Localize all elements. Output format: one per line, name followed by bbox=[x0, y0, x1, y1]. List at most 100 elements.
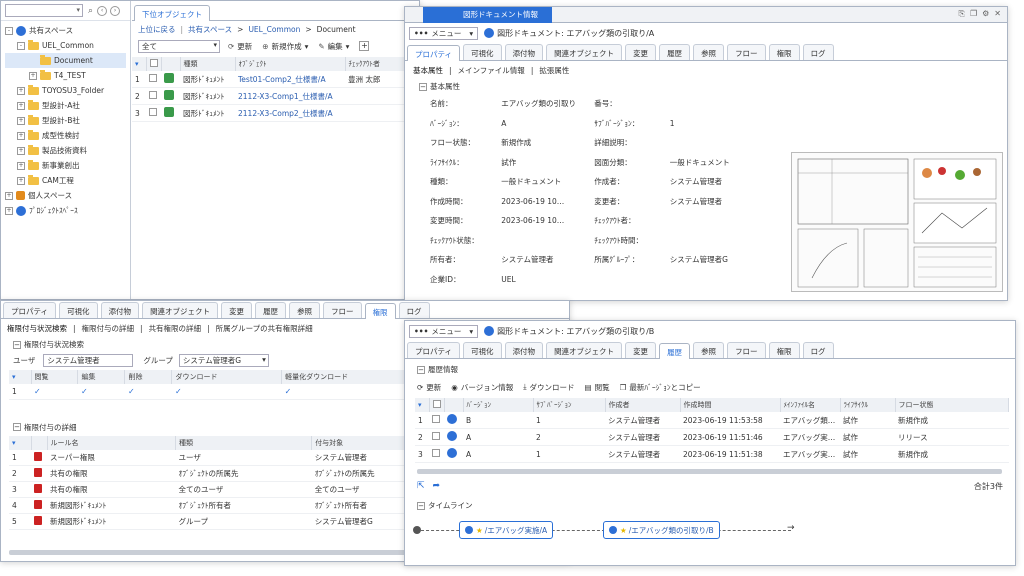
tree-item[interactable]: + 新事業創出 bbox=[5, 158, 126, 173]
tab-2[interactable]: 添付物 bbox=[504, 44, 544, 60]
timeline-node-b[interactable]: ★ /エアバッグ類の引取り/B bbox=[603, 521, 720, 539]
tree-item[interactable]: + 個人スペース bbox=[5, 188, 126, 203]
row-checkbox[interactable] bbox=[432, 432, 440, 440]
expand-icon[interactable]: + bbox=[17, 161, 25, 170]
subtab-4[interactable]: 共有権限の詳細 bbox=[149, 323, 202, 334]
subtab-4[interactable]: 拡張属性 bbox=[539, 65, 569, 76]
col-detail-1[interactable]: 種類 bbox=[175, 435, 313, 450]
tab-3[interactable]: 関連オブジェクト bbox=[142, 302, 219, 318]
export-icon[interactable]: ⎘ bbox=[959, 9, 965, 19]
col-flow-status[interactable]: フロー状態 bbox=[895, 398, 1009, 412]
row-checkbox[interactable] bbox=[432, 415, 440, 423]
horizontal-scrollbar[interactable] bbox=[9, 550, 409, 555]
select-all-checkbox[interactable] bbox=[149, 59, 158, 67]
search-icon[interactable]: ⌕ bbox=[88, 6, 93, 16]
row-object-link[interactable]: 2112-X3-Comp2_仕様書/A bbox=[235, 104, 345, 122]
tab-8[interactable]: 権限 bbox=[768, 44, 800, 60]
expand-icon[interactable]: + bbox=[5, 206, 13, 215]
col-lifecycle[interactable]: ﾗｲﾌｻｲｸﾙ bbox=[840, 398, 896, 412]
col-perm-3[interactable]: ダウンロード bbox=[171, 370, 283, 384]
subtab-2[interactable]: 権限付与の詳細 bbox=[82, 323, 135, 334]
view-button[interactable]: ▤ 閲覧 bbox=[585, 382, 610, 393]
close-icon[interactable]: ✕ bbox=[994, 9, 1001, 19]
share-icon[interactable]: ➦ bbox=[433, 481, 441, 491]
tree-item[interactable]: + TOYOSU3_Folder bbox=[5, 83, 126, 98]
menu-button[interactable]: ••• メニュー ▾ bbox=[409, 324, 479, 338]
expand-icon[interactable]: + bbox=[17, 146, 25, 155]
collapse-icon[interactable]: - bbox=[17, 41, 25, 50]
expand-icon[interactable]: + bbox=[17, 86, 25, 95]
col-object[interactable]: ｵﾌﾞｼﾞｪｸﾄ bbox=[235, 57, 346, 71]
tab-4[interactable]: 変更 bbox=[221, 302, 253, 318]
col-perm-2[interactable]: 削除 bbox=[124, 370, 173, 384]
refresh-button[interactable]: ⟳ 更新 bbox=[417, 382, 441, 393]
subtab-0[interactable]: 基本属性 bbox=[413, 65, 443, 76]
collapse-icon[interactable]: - bbox=[5, 26, 13, 35]
expand-icon[interactable]: ▾ bbox=[135, 60, 139, 68]
tab-6[interactable]: 参照 bbox=[289, 302, 321, 318]
col-type[interactable]: 種類 bbox=[180, 57, 236, 71]
expand-icon[interactable]: ▾ bbox=[418, 401, 422, 409]
tab-9[interactable]: ログ bbox=[802, 342, 834, 358]
collapse-icon[interactable]: − bbox=[13, 423, 21, 431]
expand-icon[interactable]: + bbox=[5, 191, 13, 200]
row-checkbox[interactable] bbox=[149, 108, 157, 116]
tab-4[interactable]: 変更 bbox=[625, 342, 657, 358]
tab-8[interactable]: 権限 bbox=[768, 342, 800, 358]
expand-icon[interactable]: + bbox=[17, 101, 25, 110]
collapse-icon[interactable]: − bbox=[419, 82, 427, 91]
refresh-button[interactable]: ⟳ 更新 bbox=[228, 41, 252, 52]
tab-1[interactable]: 可視化 bbox=[463, 44, 502, 60]
expand-icon[interactable]: ▾ bbox=[9, 435, 32, 450]
document-info-tab[interactable]: 図形ドキュメント情報 bbox=[423, 7, 552, 23]
tab-5[interactable]: 履歴 bbox=[255, 302, 287, 318]
expand-icon[interactable]: + bbox=[17, 116, 25, 125]
tab-2[interactable]: 添付物 bbox=[504, 342, 544, 358]
expand-icon[interactable]: + bbox=[17, 176, 25, 185]
col-perm-1[interactable]: 編集 bbox=[77, 370, 126, 384]
collapse-icon[interactable]: − bbox=[417, 365, 425, 374]
export-icon[interactable]: ⇱ bbox=[417, 481, 425, 491]
new-button[interactable]: ⊕ 新規作成 ▾ bbox=[262, 41, 308, 52]
col-main-file[interactable]: ﾒｲﾝﾌｧｲﾙ名 bbox=[780, 398, 841, 412]
table-row[interactable]: 3 A 1 システム管理者 2023-06-19 11:51:38 エアバッグ実… 試作 新規… bbox=[415, 445, 1009, 463]
tab-7[interactable]: フロー bbox=[727, 342, 766, 358]
col-created-time[interactable]: 作成時間 bbox=[680, 398, 781, 412]
go-up-link[interactable]: 上位に戻る bbox=[138, 24, 176, 35]
user-field[interactable]: システム管理者 bbox=[43, 353, 134, 367]
expand-icon[interactable]: + bbox=[17, 131, 25, 140]
tab-3[interactable]: 関連オブジェクト bbox=[546, 44, 623, 60]
tree-item[interactable]: + T4_TEST bbox=[5, 68, 126, 83]
tree-item[interactable]: - UEL_Common bbox=[5, 38, 126, 53]
tab-2[interactable]: 添付物 bbox=[100, 302, 140, 318]
tab-9[interactable]: ログ bbox=[398, 302, 430, 318]
table-row[interactable]: 2 図形ﾄﾞｷｭﾒﾝﾄ 2112-X3-Comp1_仕様書/A bbox=[132, 87, 419, 105]
subtab-6[interactable]: 所属グループの共有権限詳細 bbox=[216, 323, 313, 334]
expand-icon[interactable]: ▾ bbox=[9, 370, 32, 384]
forward-icon[interactable]: › bbox=[110, 5, 121, 16]
menu-button[interactable]: ••• メニュー ▾ bbox=[409, 26, 479, 40]
tab-0[interactable]: プロパティ bbox=[407, 45, 461, 61]
table-row[interactable]: 1 図形ﾄﾞｷｭﾒﾝﾄ Test01-Comp2_仕様書/A 豊洲 太郎 bbox=[132, 71, 419, 88]
breadcrumb-shared-space[interactable]: 共有スペース bbox=[188, 24, 232, 35]
collapse-icon[interactable]: − bbox=[13, 340, 21, 349]
group-field[interactable]: システム管理者G ▾ bbox=[178, 353, 269, 367]
version-info-button[interactable]: ◉ バージョン情報 bbox=[451, 382, 513, 393]
col-creator[interactable]: 作成者 bbox=[605, 398, 681, 412]
tab-8[interactable]: 権限 bbox=[364, 303, 396, 319]
table-row[interactable]: 2 A 2 システム管理者 2023-06-19 11:51:46 エアバッグ実… 試作 リリ… bbox=[415, 428, 1009, 446]
tree-item[interactable]: + 製品技術資料 bbox=[5, 143, 126, 158]
tab-6[interactable]: 参照 bbox=[693, 342, 725, 358]
row-checkbox[interactable] bbox=[432, 449, 440, 457]
tab-0[interactable]: プロパティ bbox=[3, 302, 57, 318]
col-version[interactable]: ﾊﾞｰｼﾞｮﾝ bbox=[463, 398, 534, 412]
tab-5[interactable]: 履歴 bbox=[659, 343, 691, 359]
filter-select[interactable]: 全て ▾ bbox=[138, 39, 220, 53]
tree-item[interactable]: + CAM工程 bbox=[5, 173, 126, 188]
col-subversion[interactable]: ｻﾌﾞﾊﾞｰｼﾞｮﾝ bbox=[533, 398, 606, 412]
back-icon[interactable]: ‹ bbox=[97, 5, 108, 16]
table-row[interactable]: 3 図形ﾄﾞｷｭﾒﾝﾄ 2112-X3-Comp2_仕様書/A bbox=[132, 104, 419, 122]
tree-item[interactable]: + ﾌﾟﾛｼﾞｪｸﾄｽﾍﾟｰｽ bbox=[5, 203, 126, 218]
edit-button[interactable]: ✎ 編集 ▾ bbox=[318, 41, 349, 52]
expand-icon[interactable]: + bbox=[29, 71, 37, 80]
